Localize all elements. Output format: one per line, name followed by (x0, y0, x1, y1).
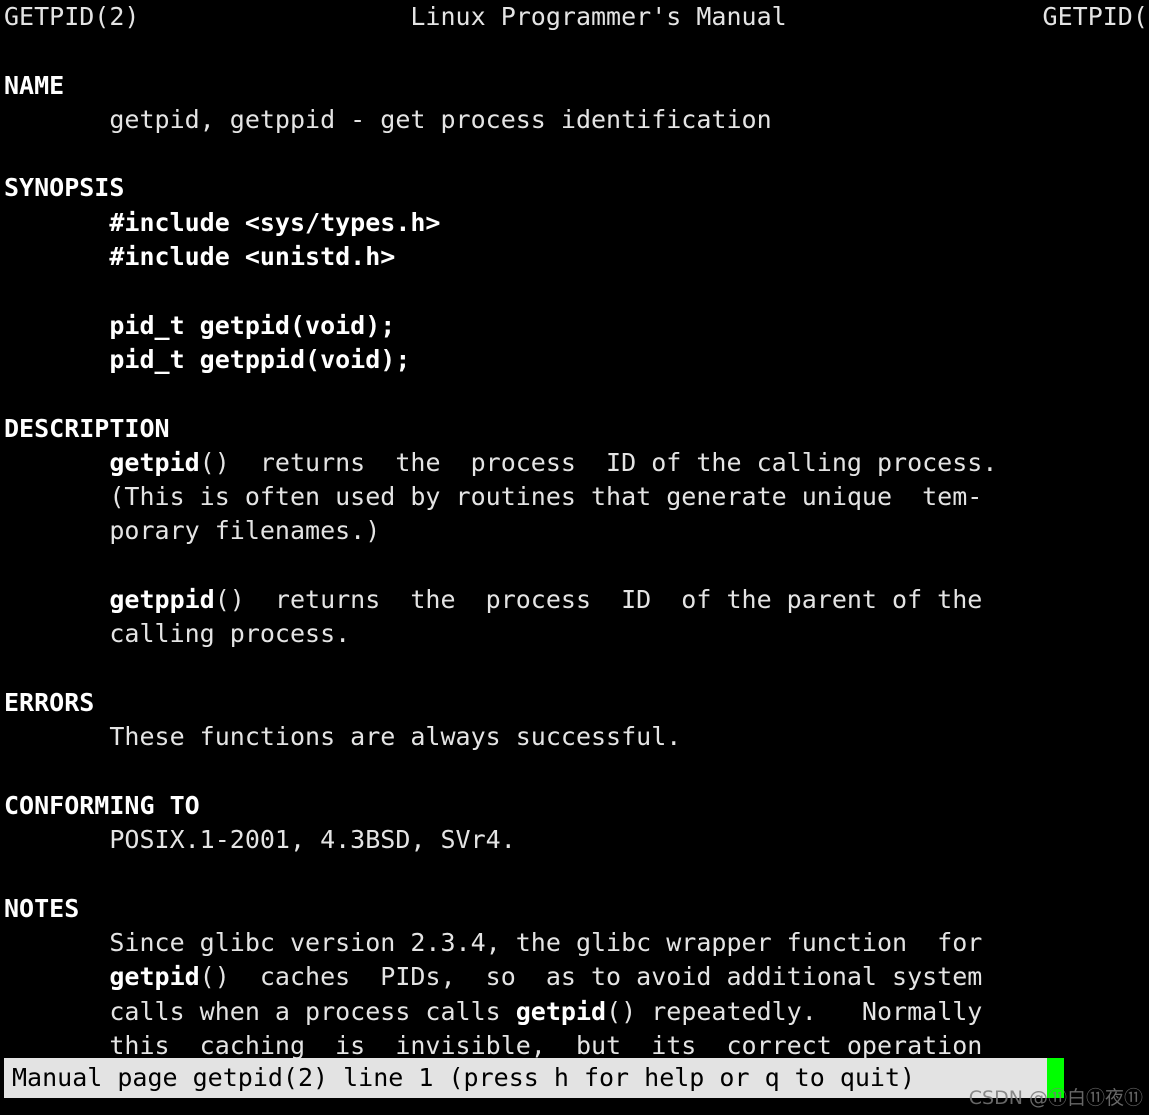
line-notes-1: Since glibc version 2.3.4, the glibc wra… (0, 926, 1149, 960)
line-header: GETPID(2) Linux Programmer's Manual GETP… (0, 0, 1149, 34)
line-synopsis-proto-1-seg-0: pid_t getpid(void); (4, 310, 396, 340)
line-name-body-seg-0: getpid, getppid - get process identifica… (4, 104, 772, 134)
line-synopsis-proto-2: pid_t getppid(void); (0, 343, 1149, 377)
line-conforming-body-seg-0: POSIX.1-2001, 4.3BSD, SVr4. (4, 825, 516, 855)
line-desc-4-seg-0 (4, 585, 109, 614)
line-blank-7 (0, 755, 1149, 789)
line-name-body: getpid, getppid - get process identifica… (0, 103, 1149, 137)
line-notes-3-seg-1: getpid (515, 996, 607, 1026)
line-description-heading: DESCRIPTION (0, 412, 1149, 446)
line-notes-2: getpid() caches PIDs, so as to avoid add… (0, 960, 1149, 994)
line-notes-2-seg-1: getpid (109, 962, 200, 992)
line-blank-8 (0, 857, 1149, 891)
line-blank-1-seg-0 (4, 36, 19, 65)
line-desc-1: getpid() returns the process ID of the c… (0, 446, 1149, 480)
line-synopsis-proto-2-seg-0: pid_t getppid(void); (4, 344, 411, 374)
line-desc-5: calling process. (0, 617, 1149, 651)
line-blank-7-seg-0 (4, 757, 19, 786)
line-notes-3-seg-2: () repeatedly. Normally (606, 996, 983, 1026)
line-desc-4: getppid() returns the process ID of the … (0, 583, 1149, 617)
line-blank-3 (0, 274, 1149, 308)
line-description-heading-seg-0: DESCRIPTION (4, 413, 170, 443)
line-desc-3-seg-0: porary filenames.) (4, 516, 381, 546)
line-errors-body-seg-0: These functions are always successful. (4, 722, 682, 752)
line-notes-heading: NOTES (0, 892, 1149, 926)
line-errors-heading: ERRORS (0, 686, 1149, 720)
line-blank-8-seg-0 (4, 859, 19, 888)
pager-status-bar[interactable]: Manual page getpid(2) line 1 (press h fo… (4, 1058, 1064, 1098)
line-desc-2: (This is often used by routines that gen… (0, 480, 1149, 514)
line-name-heading-seg-0: NAME (4, 70, 65, 100)
line-blank-3-seg-0 (4, 276, 19, 305)
line-blank-4 (0, 377, 1149, 411)
line-conforming-heading: CONFORMING TO (0, 789, 1149, 823)
csdn-watermark: CSDN @⑪白⑪夜⑪ (968, 1087, 1143, 1109)
line-blank-4-seg-0 (4, 379, 19, 408)
line-desc-2-seg-0: (This is often used by routines that gen… (4, 482, 983, 512)
line-synopsis-include-1: #include <sys/types.h> (0, 206, 1149, 240)
line-conforming-body: POSIX.1-2001, 4.3BSD, SVr4. (0, 823, 1149, 857)
line-notes-2-seg-0 (4, 962, 109, 991)
line-desc-3: porary filenames.) (0, 514, 1149, 548)
line-notes-4: this caching is invisible, but its corre… (0, 1029, 1149, 1058)
line-synopsis-include-2: #include <unistd.h> (0, 240, 1149, 274)
line-notes-2-seg-2: () caches PIDs, so as to avoid additiona… (199, 962, 983, 992)
line-header-seg-0: GETPID(2) Linux Programmer's Manual GETP… (4, 2, 1149, 31)
line-notes-4-seg-0: this caching is invisible, but its corre… (4, 1030, 983, 1058)
line-blank-5 (0, 549, 1149, 583)
line-desc-4-seg-2: () returns the process ID of the parent … (214, 585, 983, 615)
man-page-content[interactable]: GETPID(2) Linux Programmer's Manual GETP… (0, 0, 1149, 1058)
line-synopsis-include-1-seg-0: #include <sys/types.h> (4, 207, 441, 237)
line-notes-3-seg-0: calls when a process calls (4, 996, 516, 1026)
line-synopsis-proto-1: pid_t getpid(void); (0, 309, 1149, 343)
line-desc-5-seg-0: calling process. (4, 619, 351, 649)
line-notes-3: calls when a process calls getpid() repe… (0, 995, 1149, 1029)
line-errors-heading-seg-0: ERRORS (4, 687, 95, 717)
line-conforming-heading-seg-0: CONFORMING TO (4, 790, 200, 820)
line-desc-1-seg-2: () returns the process ID of the calling… (199, 447, 998, 477)
line-errors-body: These functions are always successful. (0, 720, 1149, 754)
line-synopsis-include-2-seg-0: #include <unistd.h> (4, 242, 396, 272)
line-blank-1 (0, 34, 1149, 68)
line-notes-1-seg-0: Since glibc version 2.3.4, the glibc wra… (4, 928, 983, 958)
line-name-heading: NAME (0, 69, 1149, 103)
line-blank-2 (0, 137, 1149, 171)
line-blank-2-seg-0 (4, 139, 19, 168)
line-synopsis-heading-seg-0: SYNOPSIS (4, 173, 125, 203)
line-desc-1-seg-0 (4, 448, 109, 477)
line-blank-6-seg-0 (4, 654, 19, 683)
line-blank-5-seg-0 (4, 551, 19, 580)
line-desc-1-seg-1: getpid (109, 447, 200, 477)
line-desc-4-seg-1: getppid (109, 585, 215, 615)
line-synopsis-heading: SYNOPSIS (0, 171, 1149, 205)
line-notes-heading-seg-0: NOTES (4, 893, 80, 923)
line-blank-6 (0, 652, 1149, 686)
terminal-window[interactable]: GETPID(2) Linux Programmer's Manual GETP… (0, 0, 1149, 1115)
